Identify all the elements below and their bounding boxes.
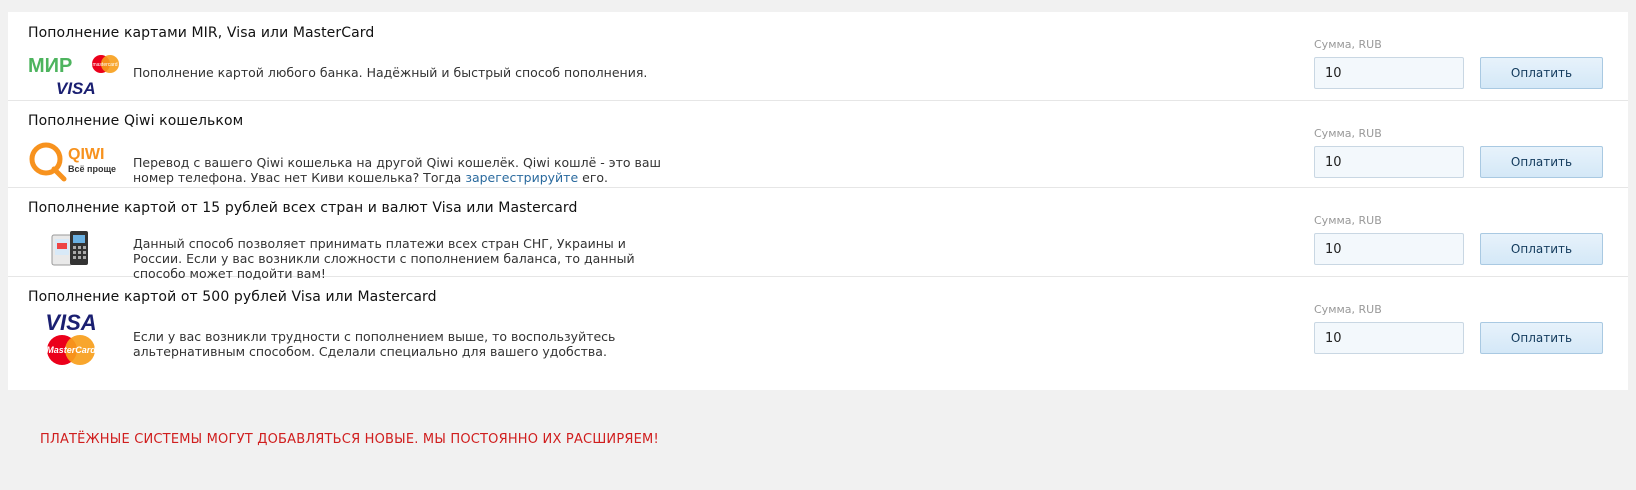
method-description: Перевод с вашего Qiwi кошелька на другой… <box>133 155 693 185</box>
method-title: Пополнение Qiwi кошельком <box>28 113 244 129</box>
pay-button[interactable]: Оплатить <box>1480 233 1603 265</box>
amount-input[interactable] <box>1314 57 1464 89</box>
amount-label: Сумма, RUB <box>1314 303 1382 316</box>
payment-methods-panel: Пополнение картами MIR, Visa или MasterC… <box>8 12 1628 390</box>
qiwi-slogan-text: Всё проще <box>68 164 116 174</box>
pay-button[interactable]: Оплатить <box>1480 322 1603 354</box>
method-description: Данный способ позволяет принимать платеж… <box>133 236 635 281</box>
amount-input[interactable] <box>1314 146 1464 178</box>
payment-method-row-terminal: Пополнение картой от 15 рублей всех стра… <box>8 188 1628 281</box>
description-end-text: его. <box>578 170 609 185</box>
pay-button[interactable]: Оплатить <box>1480 146 1603 178</box>
visa-logo-text: VISA <box>45 310 96 335</box>
amount-input[interactable] <box>1314 233 1464 265</box>
method-description: Пополнение картой любого банка. Надёжный… <box>133 65 648 80</box>
payment-method-row-mir: Пополнение картами MIR, Visa или MasterC… <box>8 12 1628 101</box>
amount-input[interactable] <box>1314 322 1464 354</box>
method-title: Пополнение картой от 15 рублей всех стра… <box>28 200 578 216</box>
amount-label: Сумма, RUB <box>1314 214 1382 227</box>
payment-method-row-qiwi: Пополнение Qiwi кошельком QIWI Всё проще… <box>8 101 1628 188</box>
pay-button[interactable]: Оплатить <box>1480 57 1603 89</box>
payment-terminal-icon <box>51 231 88 266</box>
mir-logo-text: МИР <box>28 55 72 77</box>
amount-label: Сумма, RUB <box>1314 38 1382 51</box>
payment-systems-notice: ПЛАТЁЖНЫЕ СИСТЕМЫ МОГУТ ДОБАВЛЯТЬСЯ НОВЫ… <box>40 432 659 447</box>
amount-label: Сумма, RUB <box>1314 127 1382 140</box>
mastercard-logo-text: mastercard <box>92 62 117 68</box>
visa-logo-text: VISA <box>56 79 96 98</box>
mastercard-logo-text: MasterCard <box>46 345 96 355</box>
visa-mastercard-logo-icon: VISA MasterCard <box>45 310 97 365</box>
register-link[interactable]: зарегестрируйте <box>465 170 578 185</box>
payment-method-row-visa-mastercard: Пополнение картой от 500 рублей Visa или… <box>8 277 1628 389</box>
method-title: Пополнение картами MIR, Visa или MasterC… <box>28 25 375 41</box>
mir-visa-mastercard-logo-icon: МИР mastercard VISA <box>28 55 119 98</box>
qiwi-logo-text: QIWI <box>68 146 104 163</box>
method-title: Пополнение картой от 500 рублей Visa или… <box>28 289 437 305</box>
qiwi-logo-icon: QIWI Всё проще <box>29 142 116 182</box>
method-description: Если у вас возникли трудности с пополнен… <box>133 329 616 359</box>
